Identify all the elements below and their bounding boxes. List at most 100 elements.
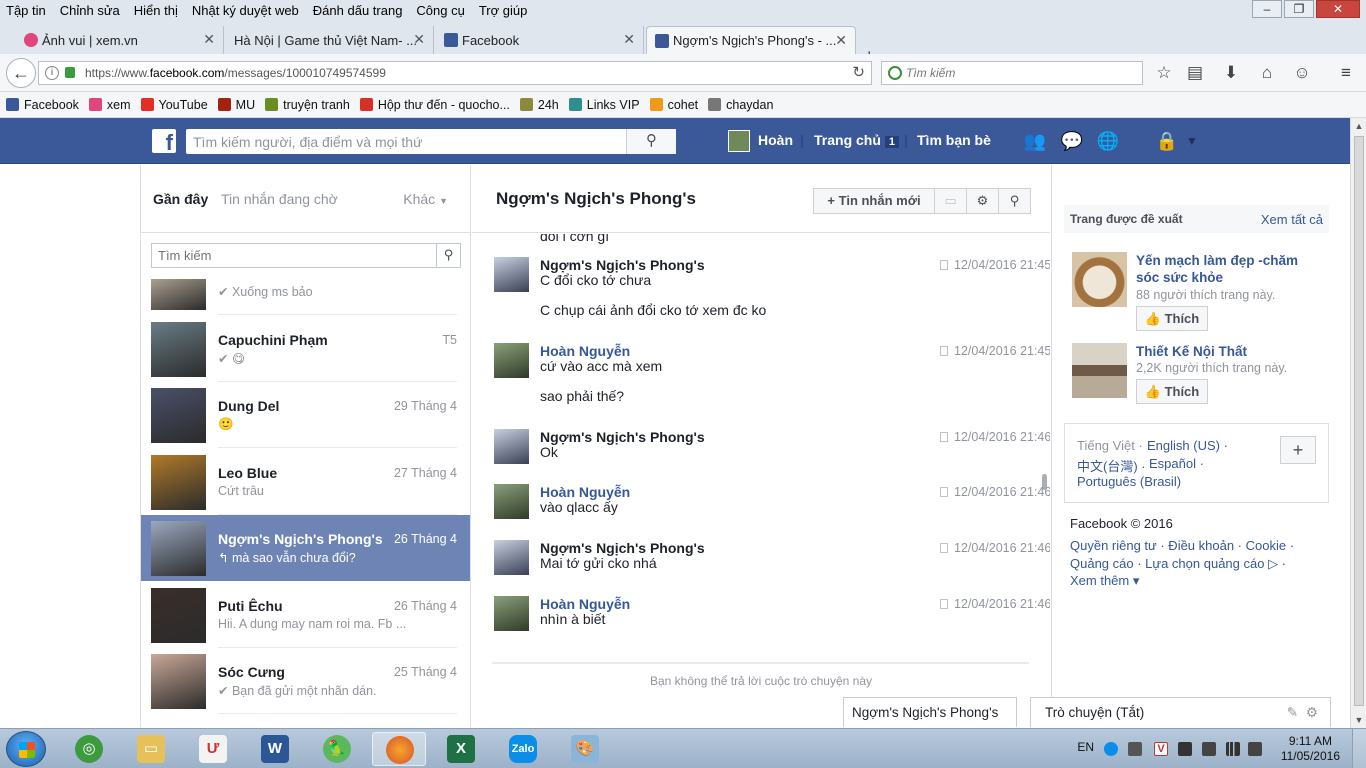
profile-avatar[interactable]: [728, 130, 750, 152]
minimize-button[interactable]: –: [1252, 0, 1282, 18]
home-icon[interactable]: ⌂: [1255, 61, 1279, 85]
tray-app-icon[interactable]: [1128, 742, 1142, 756]
unikey-tray-icon[interactable]: V: [1154, 742, 1168, 756]
bookmark-item[interactable]: chaydan: [708, 98, 773, 112]
search-icon[interactable]: ⚲: [626, 129, 676, 154]
conversation-item[interactable]: Dung Del 🙂 29 Tháng 4: [141, 382, 470, 448]
friend-requests-icon[interactable]: 👥: [1023, 131, 1047, 151]
bookmark-item[interactable]: YouTube: [140, 98, 208, 112]
taskbar-firefox[interactable]: [372, 732, 426, 766]
menu-bookmarks[interactable]: Đánh dấu trang: [313, 3, 403, 18]
browser-tab-messages[interactable]: Ngợm's Ngịch's Phong's - ... ✕: [646, 26, 856, 54]
profile-link[interactable]: Hoàn: [758, 132, 793, 148]
conversation-item[interactable]: Mai Mai ✔ Xuống ms bảo CN: [141, 279, 470, 315]
conversation-item[interactable]: Leo Blue Cứt trâu 27 Tháng 4: [141, 449, 470, 515]
conversation-item[interactable]: Ngợm's Ngịch's Phong's ↰ mà sao vẫn chưa …: [141, 515, 470, 581]
taskbar-zalo[interactable]: Zalo: [496, 732, 550, 766]
footer-links-1[interactable]: Quyền riêng tư · Điều khoản · Cookie ·: [1070, 538, 1294, 553]
notifications-globe-icon[interactable]: 🌐: [1096, 131, 1120, 151]
close-tab-icon[interactable]: ✕: [203, 31, 215, 48]
start-button[interactable]: [6, 731, 46, 767]
taskbar-word[interactable]: W: [248, 732, 302, 766]
bookmark-item[interactable]: cohet: [649, 98, 698, 112]
footer-links-2[interactable]: Quảng cáo · Lựa chọn quảng cáo ▷ ·: [1070, 556, 1286, 572]
maximize-button[interactable]: ❐: [1284, 0, 1314, 18]
network-signal-icon[interactable]: [1226, 742, 1240, 756]
bookmark-item[interactable]: truyện tranh: [265, 98, 350, 112]
taskbar-parrot[interactable]: 🦜: [310, 732, 364, 766]
sender-name[interactable]: Hoàn Nguyễn: [540, 343, 630, 359]
tab-pending[interactable]: Tin nhắn đang chờ: [221, 191, 338, 207]
zalo-tray-icon[interactable]: [1104, 742, 1118, 756]
compose-icon[interactable]: ✎: [1287, 698, 1298, 728]
page-scrollbar[interactable]: ▲ ▼: [1350, 118, 1366, 728]
browser-tab-facebook[interactable]: Facebook ✕: [436, 26, 644, 54]
tray-app-icon[interactable]: [1202, 742, 1216, 756]
close-tab-icon[interactable]: ✕: [413, 31, 425, 48]
scroll-up-icon[interactable]: ▲: [1351, 118, 1366, 134]
tab-recent[interactable]: Gần đây: [153, 191, 208, 207]
close-tab-icon[interactable]: ✕: [835, 32, 847, 49]
sender-name[interactable]: Ngợm's Ngịch's Phong's: [540, 540, 705, 556]
hamburger-menu-icon[interactable]: ≡: [1334, 61, 1358, 85]
tab-other[interactable]: Khác ▼: [403, 191, 448, 207]
facebook-logo-icon[interactable]: f: [152, 129, 176, 153]
menu-history[interactable]: Nhật ký duyệt web: [192, 3, 299, 18]
reload-icon[interactable]: ↻: [852, 63, 865, 81]
scroll-down-icon[interactable]: ▼: [1351, 712, 1366, 728]
lang-portuguese[interactable]: Português (Brasil): [1077, 474, 1181, 489]
bookmark-star-icon[interactable]: ☆: [1152, 61, 1176, 85]
bookmark-item[interactable]: xem: [88, 98, 131, 112]
conversation-item[interactable]: Puti Êchu Hii. A dung may nam roi ma. Fb …: [141, 582, 470, 648]
taskbar-explorer[interactable]: ▭: [124, 732, 178, 766]
find-friends-link[interactable]: Tìm bạn bè: [917, 132, 991, 148]
page-title[interactable]: Yến mạch làm đẹp -chăm sóc sức khỏe: [1136, 252, 1316, 286]
sender-name[interactable]: Ngợm's Ngịch's Phong's: [540, 257, 705, 273]
sender-avatar[interactable]: [494, 540, 529, 575]
account-menu-chevron-icon[interactable]: ▼: [1180, 134, 1204, 154]
sender-avatar[interactable]: [494, 484, 529, 519]
facebook-search-input[interactable]: Tìm kiếm người, địa điểm và mọi thứ ⚲: [186, 129, 676, 154]
like-button[interactable]: 👍 Thích: [1136, 379, 1208, 404]
bookmark-item[interactable]: Hộp thư đến - quocho...: [359, 98, 510, 112]
taskbar-coccoc[interactable]: ◎: [62, 732, 116, 766]
search-engine-icon[interactable]: [888, 66, 902, 80]
reading-list-icon[interactable]: ▤: [1183, 61, 1207, 85]
add-language-button[interactable]: +: [1280, 436, 1316, 464]
inbox-search-input[interactable]: [152, 244, 432, 267]
lang-spanish[interactable]: Español ·: [1149, 456, 1204, 471]
sender-avatar[interactable]: [494, 429, 529, 464]
messages-icon[interactable]: 💬: [1060, 131, 1084, 151]
menu-help[interactable]: Trợ giúp: [479, 3, 528, 18]
page-title[interactable]: Thiết Kế Nội Thất: [1136, 343, 1316, 360]
lang-english[interactable]: English (US) ·: [1147, 438, 1228, 453]
search-icon[interactable]: ⚲: [436, 244, 460, 267]
clock[interactable]: 9:11 AM 11/05/2016: [1281, 734, 1340, 764]
taskbar-app[interactable]: Ư: [186, 732, 240, 766]
tray-app-icon[interactable]: [1178, 742, 1192, 756]
sender-name[interactable]: Hoàn Nguyễn: [540, 596, 630, 612]
see-all-link[interactable]: Xem tất cả: [1261, 212, 1323, 227]
back-arrow-icon[interactable]: ←: [6, 58, 36, 88]
sender-name[interactable]: Hoàn Nguyễn: [540, 484, 630, 500]
info-icon[interactable]: i: [45, 66, 59, 80]
menu-tools[interactable]: Công cụ: [416, 3, 464, 18]
conversation-item[interactable]: Capuchini Phạm ✔ 😋 T5: [141, 316, 470, 382]
bookmark-item[interactable]: 24h: [519, 98, 559, 112]
language-indicator[interactable]: EN: [1077, 740, 1094, 754]
privacy-shortcuts-icon[interactable]: 🔒: [1155, 131, 1179, 151]
browser-tab-gamethu[interactable]: Hà Nội | Game thủ Việt Nam- ... ✕: [226, 26, 434, 54]
menu-edit[interactable]: Chỉnh sửa: [60, 3, 120, 18]
chat-tab-conversation[interactable]: Ngợm's Ngịch's Phong's: [843, 697, 1017, 727]
browser-search-input[interactable]: Tìm kiếm: [881, 61, 1143, 85]
scrollbar-thumb[interactable]: [1354, 136, 1364, 706]
video-call-icon[interactable]: ▭: [935, 188, 967, 214]
lang-chinese[interactable]: 中文(台灣) ·: [1077, 456, 1146, 475]
gear-icon[interactable]: ⚙: [967, 188, 999, 214]
download-icon[interactable]: ⬇: [1219, 61, 1243, 85]
search-icon[interactable]: ⚲: [999, 188, 1031, 214]
chat-sidebar-tab[interactable]: Trò chuyện (Tắt) ✎ ⚙: [1030, 697, 1331, 727]
close-window-button[interactable]: ✕: [1316, 0, 1360, 18]
new-message-button[interactable]: + Tin nhắn mới: [813, 188, 935, 214]
conversation-item[interactable]: Sóc Cưng ✔ Bạn đã gửi một nhãn dán. 25 Thá…: [141, 648, 470, 714]
